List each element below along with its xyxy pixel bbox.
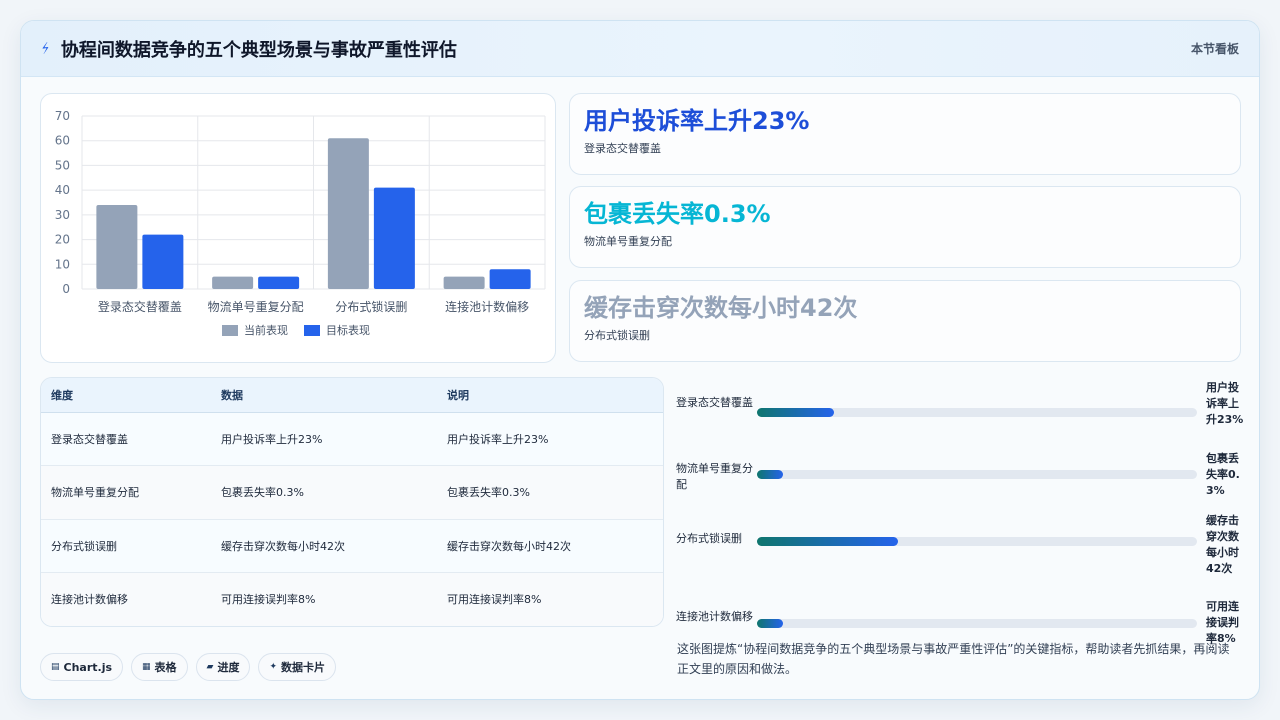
- y-tick-label: 0: [62, 282, 70, 296]
- progress-list: 登录态交替覆盖 用户投诉率上升23% 物流单号重复分配 包裹丢失率0.3% 分布…: [676, 377, 1256, 645]
- bar-current: [443, 276, 485, 289]
- table-cell: 包裹丢失率0.3%: [221, 486, 304, 500]
- progress-value: 用户投诉率上升23%: [1206, 381, 1244, 426]
- progress-label: 分布式锁误删: [676, 532, 742, 545]
- metric-card-1: 用户投诉率上升23% 登录态交替覆盖: [569, 93, 1241, 175]
- tag-chartjs[interactable]: ▤ Chart.js: [40, 653, 124, 681]
- bar-target: [489, 269, 531, 289]
- bar-current: [327, 138, 369, 289]
- progress-fill: [757, 537, 898, 546]
- table-cell: 连接池计数偏移: [51, 593, 128, 607]
- tag-label: 数据卡片: [281, 661, 326, 674]
- page-title: 协程间数据竞争的五个典型场景与事故严重性评估: [60, 39, 457, 61]
- table-cell: 登录态交替覆盖: [51, 432, 128, 446]
- table-header-dimension: 维度: [41, 378, 211, 413]
- progress-icon: ▰: [206, 662, 214, 672]
- metric-card-caption: 登录态交替覆盖: [584, 142, 661, 155]
- table-cell: 缓存击穿次数每小时42次: [221, 539, 345, 553]
- progress-fill: [757, 619, 784, 628]
- y-tick-label: 50: [55, 158, 70, 172]
- table-cell: 包裹丢失率0.3%: [447, 486, 530, 500]
- bar-current: [212, 276, 254, 289]
- progress-track: [757, 537, 1197, 546]
- x-tick-label: 分布式锁误删: [335, 299, 407, 314]
- y-tick-label: 30: [55, 208, 70, 222]
- tag-list: ▤ Chart.js ▦ 表格 ▰ 进度 ✦ 数据卡片: [40, 653, 337, 681]
- progress-track: [757, 619, 1197, 628]
- bar-target: [373, 187, 415, 289]
- dashboard-frame: ⚡ 协程间数据竞争的五个典型场景与事故严重性评估 本节看板 0 10 20 30 40 5…: [20, 20, 1260, 700]
- legend-swatch: [304, 325, 320, 336]
- progress-label: 连接池计数偏移: [676, 610, 753, 623]
- table-cell: 分布式锁误删: [51, 539, 117, 553]
- bar-target: [258, 276, 300, 289]
- table-cell: 缓存击穿次数每小时42次: [447, 539, 571, 553]
- table-cell: 物流单号重复分配: [51, 486, 139, 500]
- table-cell: 用户投诉率上升23%: [447, 432, 549, 446]
- bar-current: [96, 204, 138, 289]
- tag-table[interactable]: ▦ 表格: [131, 653, 188, 681]
- data-table: 维度 数据 说明 登录态交替覆盖 用户投诉率上升23% 用户投诉率上升23% 物…: [41, 378, 663, 626]
- metric-card-caption: 分布式锁误删: [584, 329, 650, 342]
- progress-fill: [757, 408, 834, 417]
- x-tick-label: 连接池计数偏移: [445, 299, 529, 314]
- table-row: 连接池计数偏移 可用连接误判率8% 可用连接误判率8%: [41, 572, 663, 626]
- data-table-panel: 维度 数据 说明 登录态交替覆盖 用户投诉率上升23% 用户投诉率上升23% 物…: [40, 377, 664, 627]
- tag-data-card[interactable]: ✦ 数据卡片: [258, 653, 337, 681]
- bar-chart-panel: 0 10 20 30 40 50 60 70 登录态交替覆盖 物流单号重复分配 分布式锁误删 连接池计…: [40, 93, 556, 363]
- metric-card-value: 包裹丢失率0.3%: [584, 200, 771, 228]
- card-icon: ✦: [269, 662, 278, 672]
- header: ⚡ 协程间数据竞争的五个典型场景与事故严重性评估 本节看板: [21, 21, 1259, 77]
- progress-label: 物流单号重复分配: [676, 462, 753, 491]
- tag-label: 进度: [217, 661, 240, 674]
- section-board-label: 本节看板: [1190, 42, 1239, 56]
- table-header-row: 维度 数据 说明: [41, 378, 663, 413]
- bar-chart: 0 10 20 30 40 50 60 70 登录态交替覆盖 物流单号重复分配 分布式锁误删 连接池计…: [55, 109, 546, 337]
- y-tick-label: 70: [55, 109, 70, 123]
- progress-track: [757, 408, 1197, 417]
- table-row: 分布式锁误删 缓存击穿次数每小时42次 缓存击穿次数每小时42次: [41, 519, 663, 573]
- x-tick-label: 物流单号重复分配: [208, 300, 304, 314]
- lightning-icon: ⚡: [38, 39, 54, 58]
- legend-label: 当前表现: [244, 323, 288, 337]
- progress-value: 包裹丢失率0.3%: [1206, 452, 1240, 497]
- legend-label: 目标表现: [326, 323, 370, 337]
- table-header-note: 说明: [437, 378, 663, 413]
- metric-card-value: 缓存击穿次数每小时42次: [584, 294, 858, 322]
- table-cell: 可用连接误判率8%: [221, 593, 316, 607]
- y-tick-label: 40: [55, 183, 70, 197]
- metric-card-2: 包裹丢失率0.3% 物流单号重复分配: [569, 186, 1241, 268]
- summary-note: 这张图提炼“协程间数据竞争的五个典型场景与事故严重性评估”的关键指标，帮助读者先…: [677, 642, 1230, 676]
- metric-card-value: 用户投诉率上升23%: [584, 107, 810, 135]
- table-cell: 用户投诉率上升23%: [221, 432, 323, 446]
- progress-track: [757, 470, 1197, 479]
- table-cell: 可用连接误判率8%: [447, 593, 542, 607]
- chart-icon: ▤: [51, 662, 60, 672]
- metric-card-3: 缓存击穿次数每小时42次 分布式锁误删: [569, 280, 1241, 362]
- tag-progress[interactable]: ▰ 进度: [195, 653, 251, 681]
- x-tick-label: 登录态交替覆盖: [98, 299, 182, 314]
- tag-label: Chart.js: [63, 660, 113, 674]
- progress-fill: [757, 470, 784, 479]
- table-row: 物流单号重复分配 包裹丢失率0.3% 包裹丢失率0.3%: [41, 465, 663, 519]
- table-header-data: 数据: [211, 378, 437, 413]
- metric-card-caption: 物流单号重复分配: [584, 235, 672, 248]
- legend-swatch: [222, 325, 238, 336]
- progress-label: 登录态交替覆盖: [676, 396, 753, 409]
- y-tick-label: 60: [55, 134, 70, 148]
- table-icon: ▦: [142, 662, 151, 672]
- table-row: 登录态交替覆盖 用户投诉率上升23% 用户投诉率上升23%: [41, 412, 663, 466]
- tag-label: 表格: [154, 661, 177, 674]
- y-tick-label: 10: [55, 257, 70, 271]
- y-tick-label: 20: [55, 233, 70, 247]
- bar-target: [142, 234, 184, 289]
- progress-value: 缓存击穿次数每小时42次: [1206, 514, 1239, 575]
